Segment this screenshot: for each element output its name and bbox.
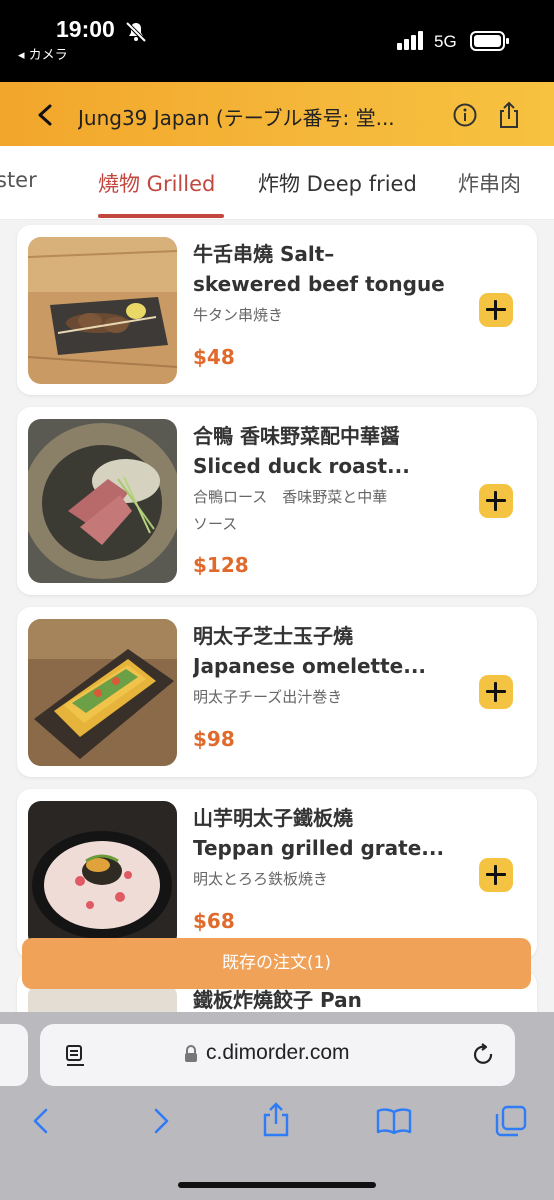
app-header: Jung39 Japan (テーブル番号: 堂...: [0, 82, 554, 146]
browser-toolbar: c.dimorder.com: [0, 1012, 554, 1200]
item-photo: [28, 419, 177, 583]
network-type: 5G: [434, 32, 457, 51]
item-name: 山芋明太子鐵板燒 Teppan grilled grate...: [193, 803, 461, 863]
previous-tab-edge[interactable]: [0, 1024, 28, 1086]
item-name-jp: 山芋明太子鐵板燒: [193, 806, 353, 830]
tab-deep-fried[interactable]: 炸物 Deep fried: [258, 168, 417, 198]
forward-arrow-icon[interactable]: [148, 1106, 174, 1136]
menu-item-card[interactable]: 明太子芝士玉子燒 Japanese omelette... 明太子チーズ出汁巻き…: [17, 607, 537, 777]
signal-icon: [397, 31, 423, 50]
add-to-cart-button[interactable]: [479, 675, 513, 709]
item-name-en: Japanese omelette...: [193, 654, 427, 678]
item-subtitle: 明太子チーズ出汁巻き: [193, 688, 343, 706]
back-to-camera-link[interactable]: ◂ カメラ: [18, 44, 68, 63]
menu-list: 牛舌串燒 Salt– skewered beef tongue 牛タン串焼き $…: [0, 220, 554, 1012]
saved-order-button[interactable]: 既存の注文(1): [22, 938, 531, 989]
item-name: 明太子芝士玉子燒 Japanese omelette...: [193, 621, 461, 681]
item-name-en: skewered beef tongue: [193, 272, 445, 296]
tab-oyster[interactable]: ster: [0, 168, 37, 192]
item-name-jp: 合鴨 香味野菜配中華醤: [193, 424, 400, 448]
item-name-en: Sliced duck roast...: [193, 454, 410, 478]
add-to-cart-button[interactable]: [479, 293, 513, 327]
reload-icon[interactable]: [471, 1042, 497, 1068]
item-subtitle-line2: ソース: [193, 515, 238, 533]
item-subtitle: 牛タン串焼き: [193, 306, 284, 324]
url-text: c.dimorder.com: [206, 1041, 350, 1064]
tabs-icon[interactable]: [494, 1104, 528, 1138]
tab-grilled[interactable]: 燒物 Grilled: [98, 168, 215, 198]
item-photo: [28, 237, 177, 384]
info-icon[interactable]: [452, 102, 478, 128]
item-name: 鐵板炸燒餃子 Pan: [193, 985, 461, 1012]
tab-kushikatsu[interactable]: 炸串肉: [458, 168, 521, 198]
bell-slash-icon: [125, 21, 147, 43]
item-name: 合鴨 香味野菜配中華醤 Sliced duck roast...: [193, 421, 461, 481]
item-photo: [28, 619, 177, 766]
back-arrow-icon[interactable]: [28, 1106, 54, 1136]
item-name: 牛舌串燒 Salt– skewered beef tongue: [193, 239, 461, 299]
item-price: $68: [193, 909, 235, 933]
menu-item-card[interactable]: 山芋明太子鐵板燒 Teppan grilled grate... 明太とろろ鉄板…: [17, 789, 537, 959]
item-price: $98: [193, 727, 235, 751]
home-indicator: [178, 1182, 376, 1188]
address-bar[interactable]: c.dimorder.com: [40, 1024, 515, 1086]
item-name-jp: 明太子芝士玉子燒: [193, 624, 353, 648]
add-to-cart-button[interactable]: [479, 484, 513, 518]
back-chevron-icon[interactable]: [30, 98, 60, 132]
category-tabs: ster 燒物 Grilled 炸物 Deep fried 炸串肉: [0, 146, 554, 220]
item-subtitle: 明太とろろ鉄板焼き: [193, 870, 329, 888]
menu-item-card[interactable]: 牛舌串燒 Salt– skewered beef tongue 牛タン串焼き $…: [17, 225, 537, 395]
share-icon[interactable]: [260, 1102, 292, 1138]
bookmarks-icon[interactable]: [376, 1106, 412, 1136]
active-tab-indicator: [98, 214, 224, 218]
item-photo: [28, 801, 177, 948]
item-price: $128: [193, 553, 249, 577]
lock-icon: [185, 1045, 197, 1062]
battery-icon: [470, 31, 509, 51]
item-name-en: Teppan grilled grate...: [193, 836, 445, 860]
item-price: $48: [193, 345, 235, 369]
status-bar: 19:00 ◂ カメラ 5G: [0, 0, 554, 82]
add-to-cart-button[interactable]: [479, 858, 513, 892]
item-subtitle: 合鴨ロース 香味野菜と中華: [193, 488, 388, 506]
page-title: Jung39 Japan (テーブル番号: 堂...: [78, 106, 395, 130]
menu-item-card[interactable]: 合鴨 香味野菜配中華醤 Sliced duck roast... 合鴨ロース 香…: [17, 407, 537, 595]
item-name-jp: 牛舌串燒 Salt–: [193, 242, 335, 266]
status-time: 19:00: [56, 16, 115, 42]
share-icon[interactable]: [496, 100, 522, 130]
item-name-jp: 鐵板炸燒餃子 Pan: [193, 988, 362, 1012]
reader-icon[interactable]: [64, 1043, 88, 1069]
